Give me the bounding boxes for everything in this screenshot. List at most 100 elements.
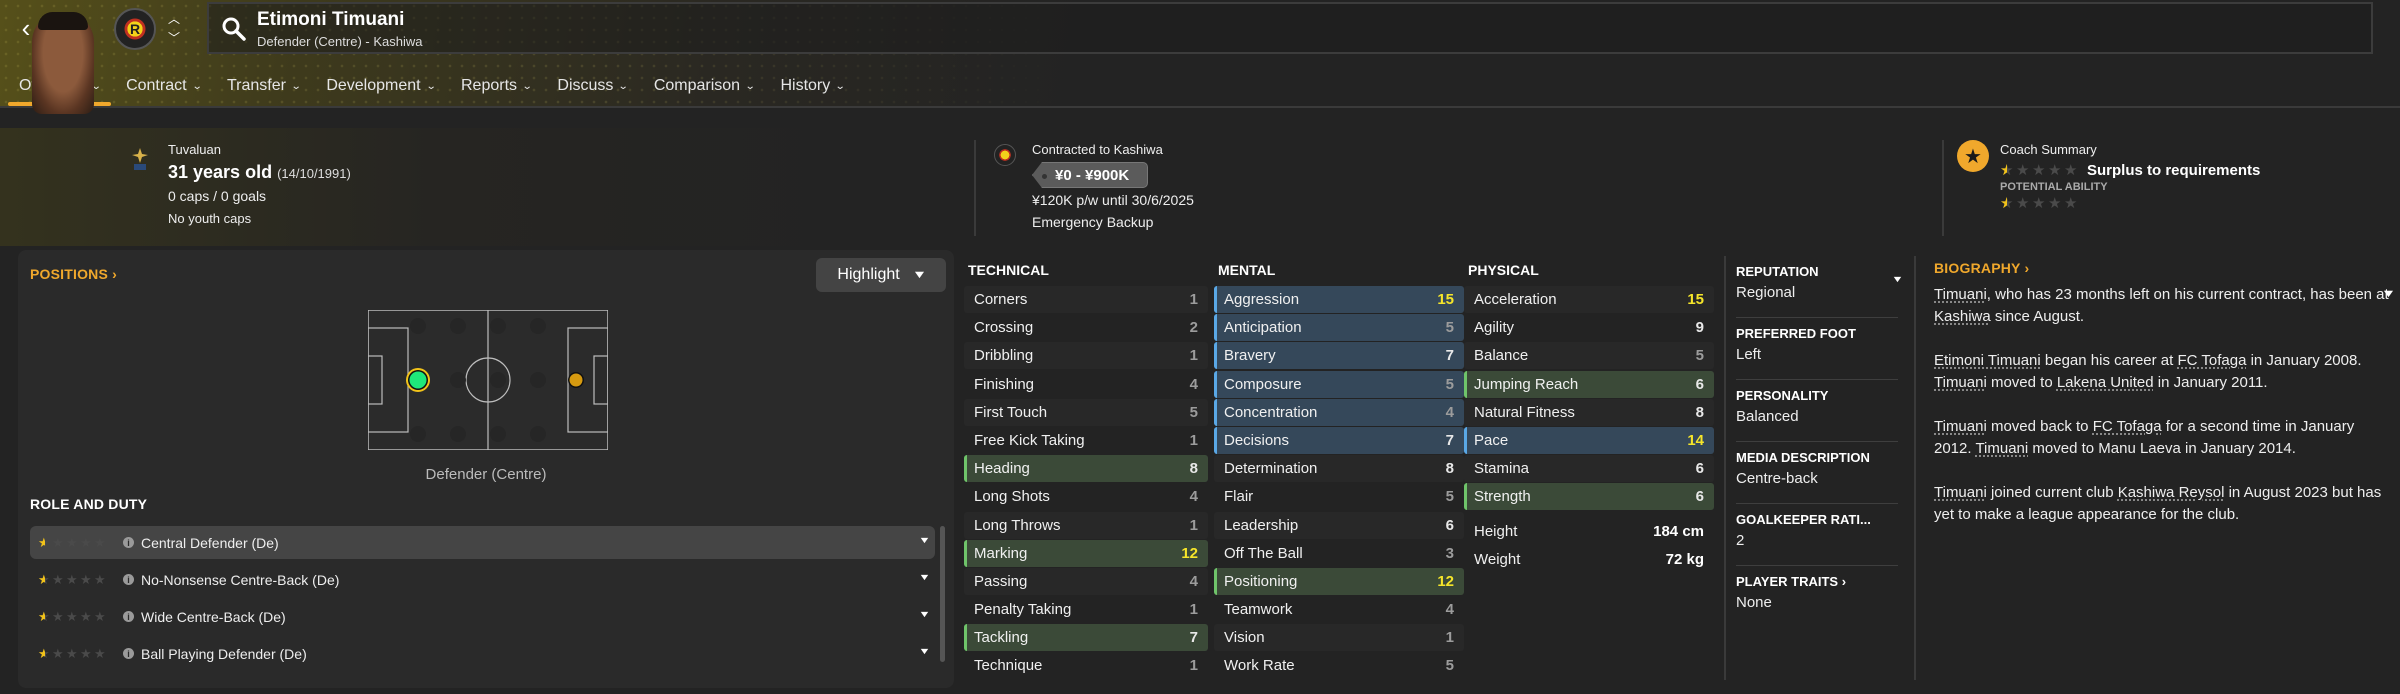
biography-link[interactable]: FC Tofaga: [2093, 418, 2162, 435]
attribute-row[interactable]: Crossing 2: [964, 314, 1208, 341]
contracted-to[interactable]: Contracted to Kashiwa: [1032, 142, 1194, 162]
attribute-row[interactable]: Passing 4: [964, 567, 1208, 595]
biography-link[interactable]: BIOGRAPHY ›: [1934, 260, 2390, 276]
attribute-name: Heading: [974, 460, 1030, 478]
attribute-value: 6: [1695, 488, 1704, 506]
natural-position-marker[interactable]: [409, 371, 427, 389]
attribute-row[interactable]: Positioning 12: [1214, 567, 1464, 595]
tab-contract[interactable]: Contract ⌄: [113, 68, 214, 104]
attribute-row[interactable]: Composure 5: [1214, 370, 1464, 398]
attribute-row[interactable]: Long Throws 1: [964, 511, 1208, 539]
tab-comparison[interactable]: Comparison ⌄: [641, 68, 768, 104]
biography-link[interactable]: Timuani: [1975, 440, 2028, 457]
attribute-row[interactable]: Free Kick Taking 1: [964, 427, 1208, 454]
club-badge-icon[interactable]: R: [114, 8, 156, 50]
tab-transfer[interactable]: Transfer ⌄: [214, 68, 313, 104]
chevron-down-icon[interactable]: ▼: [918, 609, 930, 619]
side-info-label[interactable]: PLAYER TRAITS ›: [1736, 574, 1898, 589]
attribute-row[interactable]: Stamina 6: [1464, 455, 1714, 483]
star-icon: ★: [38, 646, 51, 661]
attribute-row[interactable]: Natural Fitness 8: [1464, 398, 1714, 426]
attribute-row[interactable]: Tackling 7: [964, 624, 1208, 652]
biography-link[interactable]: Timuani: [1934, 374, 1987, 391]
info-icon[interactable]: i: [123, 611, 134, 622]
attribute-value: 14: [1687, 431, 1704, 449]
chevron-down-icon[interactable]: ▼: [918, 535, 930, 545]
attribute-value: 12: [1181, 544, 1198, 562]
biography-link[interactable]: Etimoni Timuani: [1934, 352, 2041, 369]
role-row[interactable]: ★★★★★iCentral Defender (De)▼: [30, 526, 935, 559]
info-icon[interactable]: i: [123, 574, 134, 585]
biography-link[interactable]: FC Tofaga: [2177, 352, 2246, 369]
attribute-row[interactable]: Aggression 15: [1214, 286, 1464, 313]
attribute-row[interactable]: Acceleration 15: [1464, 286, 1714, 313]
attribute-row[interactable]: Marking 12: [964, 539, 1208, 567]
technical-attributes: TECHNICAL Corners 1 Crossing 2 Dribbling 1 Fini…: [964, 250, 1208, 681]
attribute-row[interactable]: Agility 9: [1464, 314, 1714, 341]
attribute-row[interactable]: First Touch 5: [964, 398, 1208, 426]
nationality: Tuvaluan: [168, 142, 221, 157]
pitch-diagram: [368, 310, 608, 450]
attribute-row[interactable]: Jumping Reach 6: [1464, 370, 1714, 398]
coach-summary: Coach Summary ★★★★★Surplus to requiremen…: [2000, 142, 2260, 213]
attribute-row[interactable]: Determination 8: [1214, 455, 1464, 483]
search-icon[interactable]: [221, 16, 247, 42]
role-list-scrollbar[interactable]: [940, 526, 945, 662]
biography-link[interactable]: Kashiwa Reysol: [2118, 484, 2225, 501]
attribute-row[interactable]: Flair 5: [1214, 483, 1464, 510]
tab-reports[interactable]: Reports ⌄: [448, 68, 544, 104]
chevron-down-icon[interactable]: ▼: [918, 572, 930, 582]
biography-link[interactable]: Timuani: [1934, 286, 1987, 303]
attribute-row[interactable]: Leadership 6: [1214, 511, 1464, 539]
attribute-row[interactable]: Finishing 4: [964, 371, 1208, 398]
technical-title: TECHNICAL: [968, 262, 1049, 278]
attribute-row[interactable]: Strength 6: [1464, 483, 1714, 511]
attribute-row[interactable]: Work Rate 5: [1214, 652, 1464, 679]
biography-link[interactable]: Timuani: [1934, 418, 1987, 435]
role-list: ★★★★★iCentral Defender (De)▼ ★★★★★iNo-Non…: [30, 526, 935, 674]
squad-status[interactable]: Emergency Backup: [1032, 214, 1194, 230]
attribute-row[interactable]: Penalty Taking 1: [964, 596, 1208, 623]
attribute-row[interactable]: Technique 1: [964, 652, 1208, 679]
role-row[interactable]: ★★★★★iNo-Nonsense Centre-Back (De)▼: [30, 563, 935, 596]
value-range-tag[interactable]: ¥0 - ¥900K: [1032, 162, 1149, 188]
attribute-row[interactable]: Anticipation 5: [1214, 314, 1464, 342]
highlight-dropdown[interactable]: Highlight ▼: [816, 258, 946, 292]
role-row[interactable]: ★★★★★iBall Playing Defender (De)▼: [30, 637, 935, 670]
attribute-row[interactable]: Concentration 4: [1214, 398, 1464, 426]
biography-link[interactable]: Lakena United: [2057, 374, 2154, 391]
info-icon[interactable]: i: [123, 648, 134, 659]
tab-discuss[interactable]: Discuss ⌄: [544, 68, 640, 104]
attribute-row[interactable]: Dribbling 1: [964, 342, 1208, 370]
attribute-row[interactable]: Balance 5: [1464, 342, 1714, 370]
highlight-label: Highlight: [837, 266, 900, 283]
attribute-name: Teamwork: [1224, 601, 1293, 619]
chevron-down-icon[interactable]: ▼: [918, 646, 930, 656]
nationality-flag-icon: [132, 148, 148, 170]
chevron-down-icon[interactable]: ﹀: [168, 29, 180, 46]
attribute-row[interactable]: Corners 1: [964, 286, 1208, 313]
positions-link[interactable]: POSITIONS ›: [30, 266, 117, 282]
role-row[interactable]: ★★★★★iWide Centre-Back (De)▼: [30, 600, 935, 633]
tab-history[interactable]: History ⌄: [767, 68, 857, 104]
attribute-row[interactable]: Heading 8: [964, 455, 1208, 483]
star-icon: ★: [80, 609, 92, 624]
attribute-row[interactable]: Long Shots 4: [964, 483, 1208, 510]
attribute-row[interactable]: Bravery 7: [1214, 342, 1464, 370]
chevron-down-icon[interactable]: ▼: [2381, 288, 2396, 300]
other-position-marker[interactable]: [569, 373, 583, 387]
biography-link[interactable]: Timuani: [1934, 484, 1987, 501]
attribute-row[interactable]: Off The Ball 3: [1214, 540, 1464, 567]
info-icon[interactable]: i: [123, 537, 134, 548]
attribute-row[interactable]: Pace 14: [1464, 426, 1714, 454]
attribute-name: Leadership: [1224, 516, 1299, 534]
attribute-row[interactable]: Decisions 7: [1214, 426, 1464, 454]
biography-link[interactable]: Kashiwa: [1934, 308, 1991, 325]
chevron-up-icon[interactable]: ︿: [168, 10, 180, 27]
attribute-row[interactable]: Teamwork 4: [1214, 596, 1464, 623]
chevron-down-icon[interactable]: ▼: [1891, 274, 1903, 284]
attribute-name: Dribbling: [974, 347, 1034, 365]
attribute-row[interactable]: Vision 1: [1214, 624, 1464, 652]
star-icon: ★: [2016, 195, 2030, 213]
tab-development[interactable]: Development ⌄: [313, 68, 448, 104]
